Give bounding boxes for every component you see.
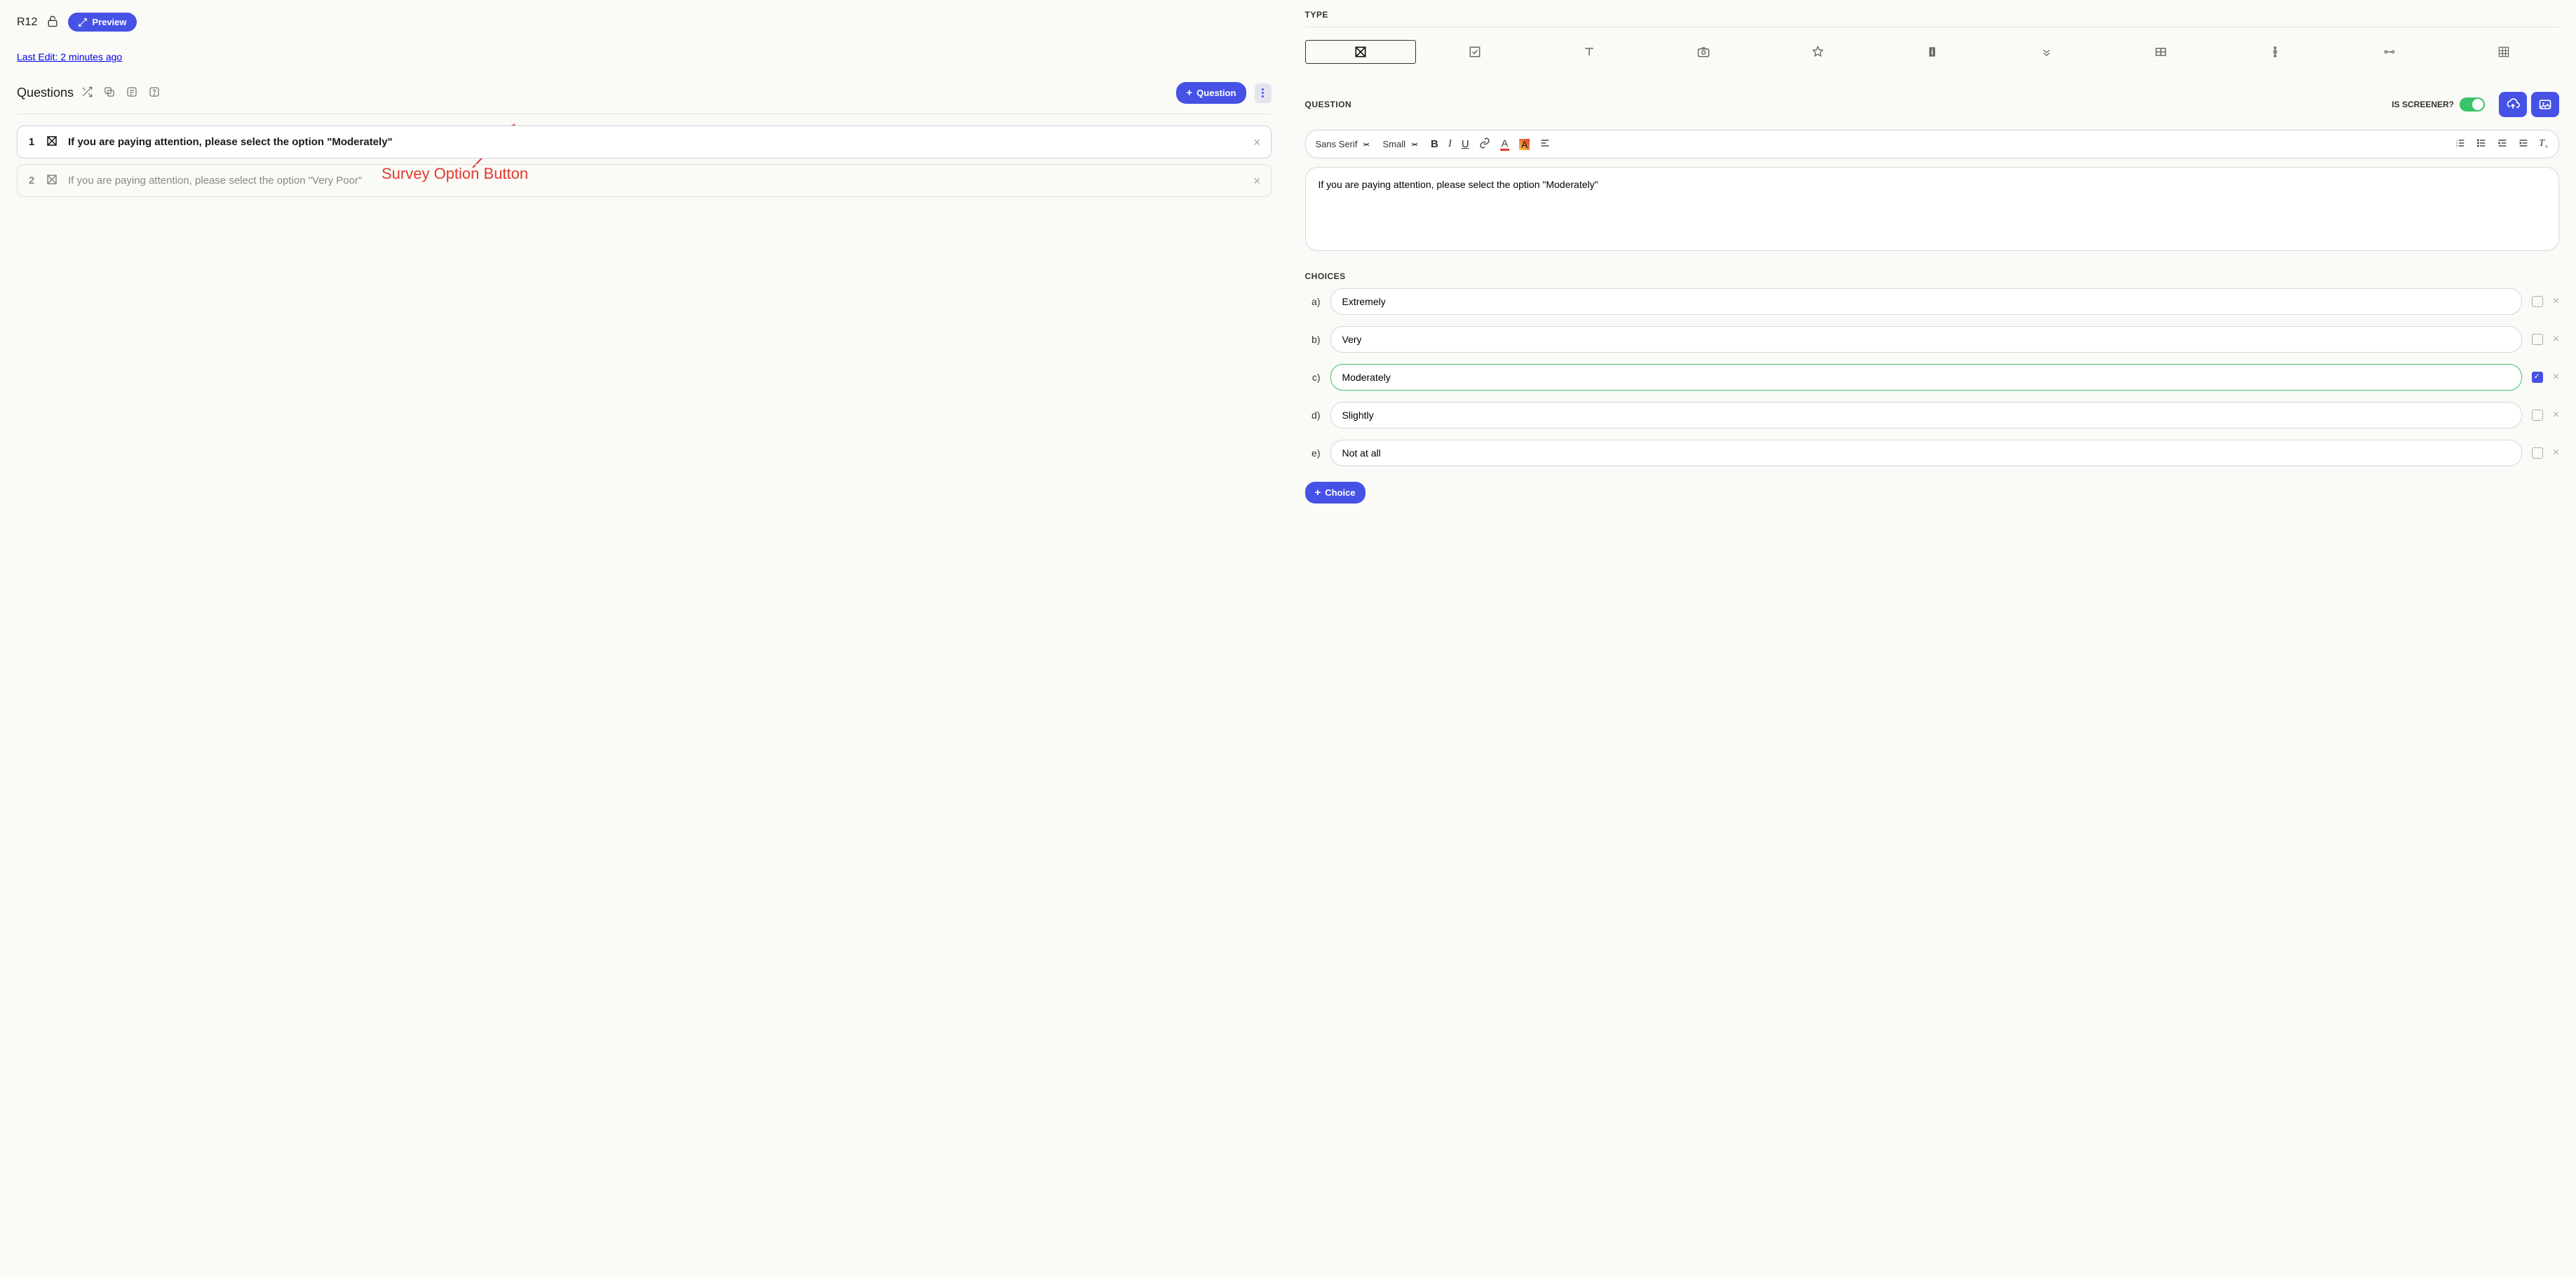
screener-label: IS SCREENER? — [2392, 100, 2454, 109]
choice-checkbox[interactable] — [2532, 410, 2543, 421]
font-size-select[interactable]: Small — [1382, 139, 1418, 149]
remove-question-button[interactable]: × — [1253, 175, 1261, 187]
choice-letter: e) — [1305, 447, 1321, 459]
type-photo-icon[interactable] — [1647, 40, 1759, 64]
question-text: If you are paying attention, please sele… — [68, 136, 1243, 148]
image-button[interactable] — [2531, 92, 2559, 117]
choice-checkbox[interactable] — [2532, 296, 2543, 307]
preview-label: Preview — [92, 17, 126, 27]
clear-format-icon[interactable]: T× — [2539, 138, 2549, 150]
type-label: TYPE — [1305, 10, 2560, 20]
italic-icon[interactable]: I — [1448, 138, 1452, 150]
choice-row: b) × — [1305, 326, 2560, 353]
outdent-icon[interactable] — [2497, 137, 2508, 151]
choice-input[interactable] — [1330, 326, 2522, 353]
question-textarea[interactable] — [1305, 167, 2560, 251]
choice-letter: b) — [1305, 334, 1321, 345]
remove-choice-button[interactable]: × — [2553, 333, 2559, 346]
single-choice-icon — [46, 135, 58, 149]
last-edit-link[interactable]: Last Edit: 2 minutes ago — [17, 51, 122, 62]
single-choice-icon — [46, 173, 58, 188]
svg-text:3: 3 — [2456, 144, 2458, 147]
type-grid-icon[interactable] — [2105, 40, 2216, 64]
remove-choice-button[interactable]: × — [2553, 295, 2559, 308]
questions-title: Questions — [17, 86, 74, 100]
indent-icon[interactable] — [2518, 137, 2529, 151]
right-pane: TYPE QUESTION IS SCREENER? — [1288, 0, 2576, 1277]
highlight-icon[interactable]: A — [1519, 139, 1530, 150]
help-icon[interactable] — [148, 86, 161, 100]
choice-input[interactable] — [1330, 288, 2522, 315]
choice-letter: a) — [1305, 296, 1321, 307]
question-number: 2 — [27, 175, 36, 187]
question-item[interactable]: 1 If you are paying attention, please se… — [17, 126, 1272, 158]
question-label: QUESTION — [1305, 100, 1352, 109]
question-number: 1 — [27, 136, 36, 148]
type-single-choice-icon[interactable] — [1305, 40, 1417, 64]
type-info-icon[interactable] — [1876, 40, 1988, 64]
bullet-list-icon[interactable] — [2476, 137, 2487, 151]
remove-choice-button[interactable]: × — [2553, 409, 2559, 421]
choice-checkbox[interactable] — [2532, 372, 2543, 383]
underline-icon[interactable]: U — [1462, 138, 1469, 150]
add-question-button[interactable]: + Question — [1176, 82, 1246, 104]
type-selector — [1305, 40, 2560, 64]
upload-button[interactable] — [2499, 92, 2527, 117]
type-checkbox-icon[interactable] — [1419, 40, 1530, 64]
type-text-icon[interactable] — [1533, 40, 1645, 64]
add-choice-button[interactable]: + Choice — [1305, 482, 1365, 504]
text-color-icon[interactable]: A — [1500, 137, 1509, 151]
type-slider-icon[interactable] — [2219, 40, 2331, 64]
choice-letter: d) — [1305, 410, 1321, 421]
type-dropdown-icon[interactable] — [1990, 40, 2102, 64]
choice-checkbox[interactable] — [2532, 334, 2543, 345]
screener-toggle[interactable] — [2460, 97, 2485, 112]
choice-input[interactable] — [1330, 364, 2522, 391]
type-range-icon[interactable] — [2333, 40, 2445, 64]
choices-label: CHOICES — [1305, 271, 2560, 281]
copy-icon[interactable] — [103, 86, 116, 100]
editor-toolbar: Sans Serif Small B I U A A 123 — [1305, 130, 2560, 158]
remove-choice-button[interactable]: × — [2553, 447, 2559, 459]
preview-button[interactable]: Preview — [68, 13, 136, 32]
type-rating-icon[interactable] — [1762, 40, 1873, 64]
more-options-button[interactable] — [1255, 83, 1272, 103]
list-icon[interactable] — [126, 86, 138, 100]
question-text: If you are paying attention, please sele… — [68, 175, 1243, 187]
choice-row: c) × — [1305, 364, 2560, 391]
choice-row: e) × — [1305, 440, 2560, 466]
remove-choice-button[interactable]: × — [2553, 371, 2559, 384]
choice-row: a) × — [1305, 288, 2560, 315]
choice-letter: c) — [1305, 372, 1321, 383]
question-item[interactable]: 2 If you are paying attention, please se… — [17, 164, 1272, 197]
ordered-list-icon[interactable]: 123 — [2455, 137, 2466, 151]
align-icon[interactable] — [1539, 137, 1551, 151]
unlock-icon — [46, 14, 60, 30]
left-pane: R12 Preview Last Edit: 2 minutes ago Que… — [0, 0, 1288, 1277]
choice-input[interactable] — [1330, 440, 2522, 466]
remove-question-button[interactable]: × — [1253, 136, 1261, 149]
type-matrix-icon[interactable] — [2448, 40, 2559, 64]
choice-input[interactable] — [1330, 402, 2522, 428]
shuffle-icon[interactable] — [81, 86, 93, 100]
add-question-label: Question — [1196, 88, 1236, 98]
link-icon[interactable] — [1479, 137, 1490, 151]
choice-checkbox[interactable] — [2532, 447, 2543, 459]
font-family-select[interactable]: Sans Serif — [1316, 139, 1370, 149]
round-code: R12 — [17, 16, 37, 29]
choice-row: d) × — [1305, 402, 2560, 428]
bold-icon[interactable]: B — [1431, 138, 1438, 150]
